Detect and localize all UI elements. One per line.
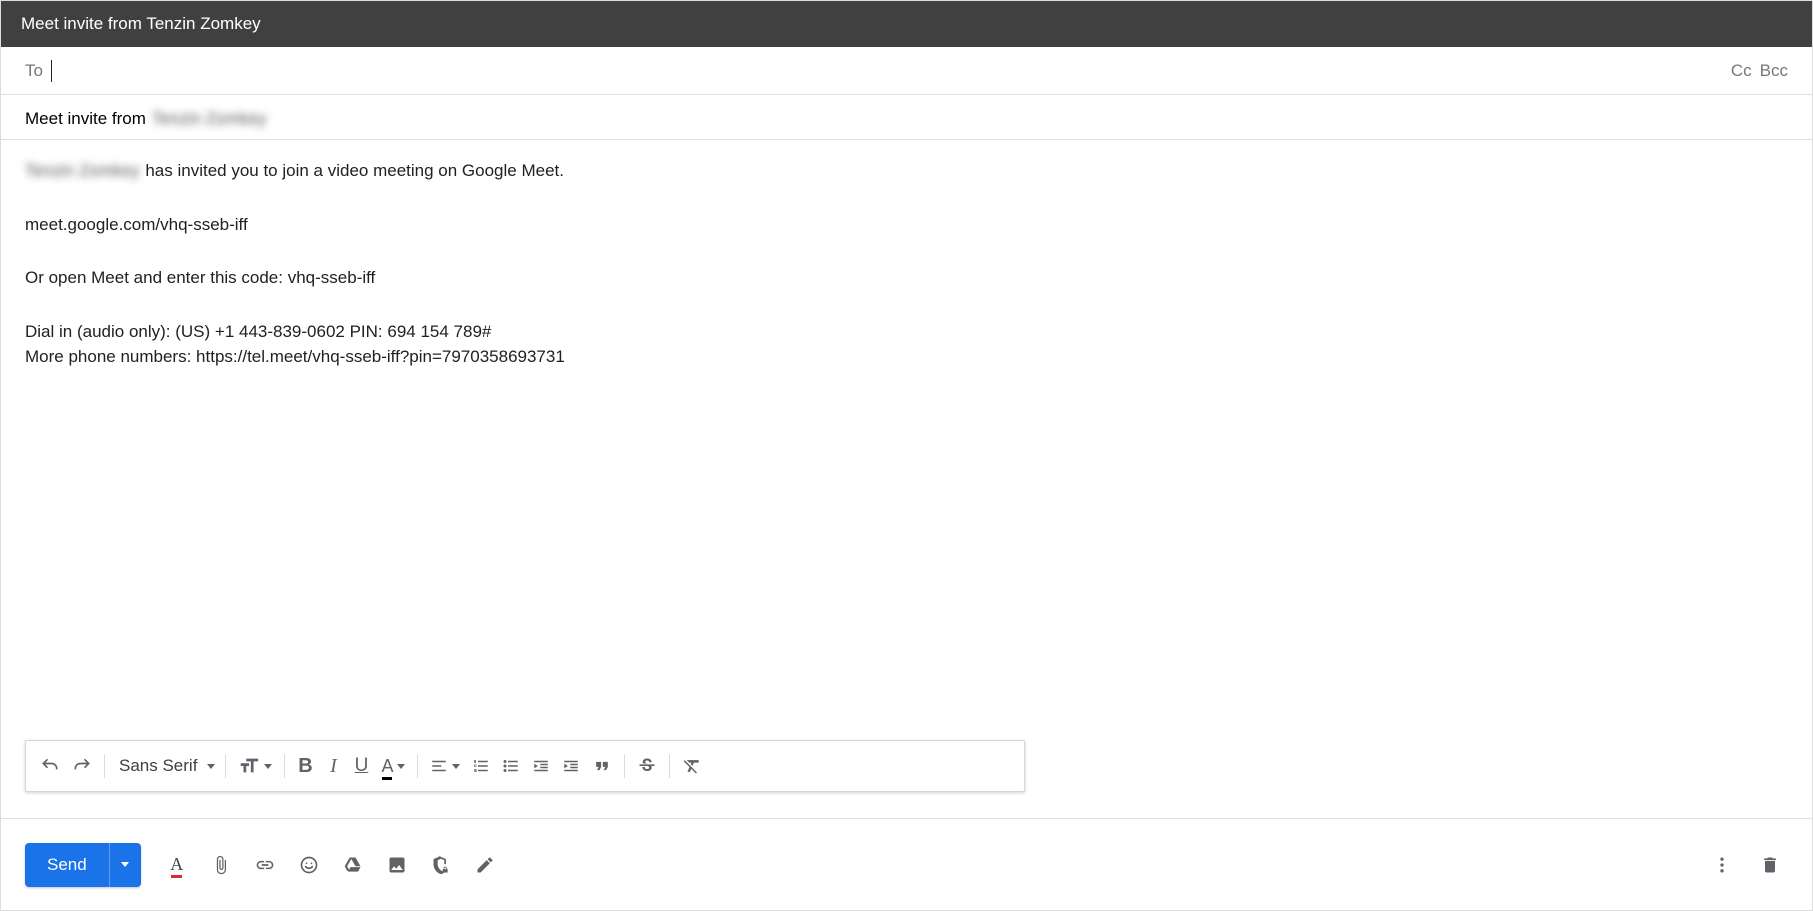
discard-draft-button[interactable] — [1752, 847, 1788, 883]
compose-window: Meet invite from Tenzin Zomkey To Cc Bcc… — [0, 0, 1813, 911]
formatting-toolbar: Sans Serif B I U A — [25, 740, 1025, 792]
chevron-down-icon — [452, 764, 460, 769]
bcc-button[interactable]: Bcc — [1760, 61, 1788, 81]
align-button[interactable] — [424, 748, 466, 784]
formatting-options-button[interactable]: A — [159, 847, 195, 883]
redo-button[interactable] — [66, 748, 98, 784]
numbered-list-button[interactable] — [466, 748, 496, 784]
body-more-numbers-line: More phone numbers: https://tel.meet/vhq… — [25, 344, 1788, 370]
bold-button[interactable]: B — [291, 748, 319, 784]
more-options-button[interactable] — [1704, 847, 1740, 883]
chevron-down-icon — [264, 764, 272, 769]
insert-link-button[interactable] — [247, 847, 283, 883]
send-button[interactable]: Send — [25, 843, 109, 887]
subject-prefix: Meet invite from — [25, 109, 146, 129]
strikethrough-button[interactable] — [631, 748, 663, 784]
text-color-button[interactable]: A — [375, 748, 411, 784]
subject-redacted-name: Tenzin Zomkey — [152, 109, 266, 129]
bottom-action-bar: Send A — [1, 818, 1812, 910]
recipients-row: To Cc Bcc — [1, 47, 1812, 95]
insert-photo-button[interactable] — [379, 847, 415, 883]
to-input[interactable] — [52, 57, 1731, 85]
italic-button[interactable]: I — [319, 748, 347, 784]
body-code-line: Or open Meet and enter this code: vhq-ss… — [25, 265, 1788, 291]
quote-button[interactable] — [586, 748, 618, 784]
attach-file-button[interactable] — [203, 847, 239, 883]
body-meet-link: meet.google.com/vhq-sseb-iff — [25, 212, 1788, 238]
chevron-down-icon — [121, 862, 129, 867]
undo-button[interactable] — [34, 748, 66, 784]
indent-less-button[interactable] — [526, 748, 556, 784]
underline-button[interactable]: U — [347, 748, 375, 784]
cc-button[interactable]: Cc — [1731, 61, 1752, 81]
chevron-down-icon — [207, 764, 215, 769]
send-button-group: Send — [25, 843, 141, 887]
subject-row[interactable]: Meet invite from Tenzin Zomkey — [1, 95, 1812, 140]
indent-more-button[interactable] — [556, 748, 586, 784]
body-invite-text: has invited you to join a video meeting … — [145, 158, 564, 184]
insert-emoji-button[interactable] — [291, 847, 327, 883]
body-redacted-name: Tenzin Zomkey — [25, 158, 139, 184]
to-label: To — [25, 61, 43, 81]
window-titlebar[interactable]: Meet invite from Tenzin Zomkey — [1, 1, 1812, 47]
window-title: Meet invite from Tenzin Zomkey — [21, 14, 261, 34]
body-dialin-line: Dial in (audio only): (US) +1 443-839-06… — [25, 319, 1788, 345]
send-options-button[interactable] — [109, 843, 141, 887]
font-family-label: Sans Serif — [119, 756, 197, 776]
bullet-list-button[interactable] — [496, 748, 526, 784]
compose-body[interactable]: Tenzin Zomkey has invited you to join a … — [1, 140, 1812, 700]
chevron-down-icon — [397, 764, 405, 769]
remove-formatting-button[interactable] — [676, 748, 708, 784]
insert-drive-button[interactable] — [335, 847, 371, 883]
confidential-mode-button[interactable] — [423, 847, 459, 883]
font-family-select[interactable]: Sans Serif — [111, 756, 219, 776]
insert-signature-button[interactable] — [467, 847, 503, 883]
font-size-button[interactable] — [232, 748, 278, 784]
